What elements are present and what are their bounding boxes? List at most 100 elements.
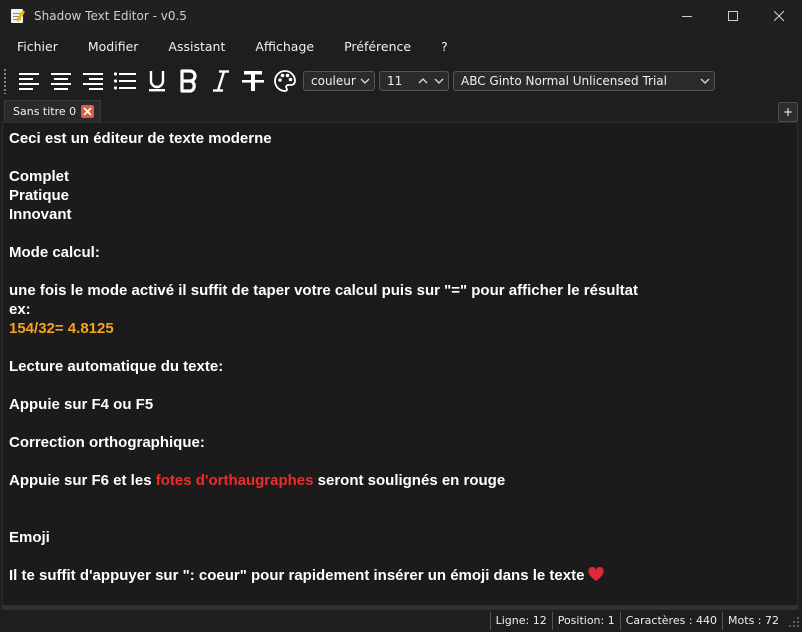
menu-fichier[interactable]: Fichier — [0, 32, 73, 62]
menu-help[interactable]: ? — [426, 32, 463, 62]
status-bar: Ligne: 12 Position: 1 Caractères : 440 M… — [0, 609, 802, 632]
editor-text: Innovant — [9, 206, 72, 223]
calc-result-text: 154/32= 4.8125 — [9, 320, 114, 337]
editor-text: Appuie sur F4 ou F5 — [9, 396, 154, 413]
editor-text: Il te suffit d'appuyer sur ": coeur" pou… — [9, 567, 585, 584]
strikethrough-button[interactable] — [237, 65, 269, 97]
underline-icon — [149, 71, 165, 92]
chevron-down-icon[interactable] — [434, 78, 444, 84]
toolbar-grip[interactable] — [3, 68, 7, 94]
font-family-select[interactable]: ABC Ginto Normal Unlicensed Trial — [453, 71, 715, 91]
add-tab-button[interactable]: + — [778, 102, 798, 122]
menu-preference[interactable]: Préférence — [329, 32, 426, 62]
tab-close-button[interactable] — [81, 105, 95, 118]
align-right-button[interactable] — [77, 65, 109, 97]
editor-line: Ceci est un éditeur de texte moderne — [9, 129, 791, 148]
font-family-value: ABC Ginto Normal Unlicensed Trial — [461, 74, 667, 88]
minimize-icon — [682, 16, 692, 17]
color-select[interactable]: couleur — [303, 71, 375, 91]
tab-label: Sans titre 0 — [13, 105, 77, 118]
italic-button[interactable] — [205, 65, 237, 97]
font-size-spinbox[interactable]: 11 — [379, 71, 449, 91]
close-icon — [774, 11, 784, 21]
text-editor-area[interactable]: Ceci est un éditeur de texte moderne Comp… — [2, 122, 798, 606]
editor-line: Pratique — [9, 186, 791, 205]
status-line: Ligne: 12 — [489, 612, 552, 630]
close-button[interactable] — [756, 0, 802, 32]
heart-emoji-icon — [588, 567, 604, 581]
editor-text: Lecture automatique du texte: — [9, 358, 224, 375]
editor-line: Appuie sur F6 et les fotes d'orthaugraph… — [9, 471, 791, 490]
palette-icon — [274, 70, 296, 92]
editor-line: 154/32= 4.8125 — [9, 319, 791, 338]
close-icon — [83, 107, 92, 116]
bullet-list-button[interactable] — [109, 65, 141, 97]
editor-line: une fois le mode activé il suffit de tap… — [9, 281, 791, 300]
chevron-down-icon — [700, 78, 710, 84]
misspelled-text: fotes d'orthaugraphes — [155, 472, 314, 489]
bold-icon — [180, 69, 197, 93]
align-right-icon — [83, 73, 103, 90]
editor-line: Emoji — [9, 528, 791, 547]
tab-bar: Sans titre 0 + — [0, 100, 802, 122]
menu-affichage[interactable]: Affichage — [240, 32, 329, 62]
align-left-icon — [19, 73, 39, 90]
editor-line: Complet — [9, 167, 791, 186]
strikethrough-icon — [242, 71, 264, 91]
bold-button[interactable] — [173, 65, 205, 97]
menu-bar: Fichier Modifier Assistant Affichage Pré… — [0, 32, 802, 62]
font-size-value: 11 — [387, 74, 403, 88]
notepad-icon — [10, 8, 26, 24]
resize-grip-icon[interactable] — [784, 612, 802, 630]
editor-text: Mode calcul: — [9, 244, 100, 261]
editor-line: Innovant — [9, 205, 791, 224]
bullet-list-icon — [113, 72, 136, 90]
color-select-value: couleur — [311, 74, 356, 88]
maximize-button[interactable] — [710, 0, 756, 32]
status-characters: Caractères : 440 — [619, 612, 722, 630]
chevron-down-icon — [360, 78, 370, 84]
editor-text: une fois le mode activé il suffit de tap… — [9, 282, 638, 299]
editor-text: Ceci est un éditeur de texte moderne — [9, 130, 272, 147]
title-bar: Shadow Text Editor - v0.5 — [0, 0, 802, 32]
italic-icon — [213, 70, 229, 92]
editor-text: Appuie sur F6 et les — [9, 472, 156, 489]
align-center-button[interactable] — [45, 65, 77, 97]
editor-line: Appuie sur F4 ou F5 — [9, 395, 791, 414]
editor-line: Il te suffit d'appuyer sur ": coeur" pou… — [9, 566, 791, 585]
editor-text: seront soulignés en rouge — [313, 472, 506, 489]
editor-line: Correction orthographique: — [9, 433, 791, 452]
editor-line: Lecture automatique du texte: — [9, 357, 791, 376]
menu-assistant[interactable]: Assistant — [153, 32, 240, 62]
chevron-up-icon[interactable] — [418, 78, 428, 84]
editor-text: Complet — [9, 168, 69, 185]
underline-button[interactable] — [141, 65, 173, 97]
formatting-toolbar: couleur 11 ABC Ginto Normal Unlicensed T… — [0, 64, 802, 98]
maximize-icon — [728, 11, 738, 21]
align-center-icon — [51, 73, 71, 90]
editor-line: ex: — [9, 300, 791, 319]
window-title: Shadow Text Editor - v0.5 — [34, 9, 187, 23]
editor-text: ex: — [9, 301, 31, 318]
editor-text: Correction orthographique: — [9, 434, 205, 451]
status-words: Mots : 72 — [722, 612, 784, 630]
minimize-button[interactable] — [664, 0, 710, 32]
menu-modifier[interactable]: Modifier — [73, 32, 154, 62]
align-left-button[interactable] — [13, 65, 45, 97]
editor-text: Emoji — [9, 529, 50, 546]
editor-text: Pratique — [9, 187, 70, 204]
color-palette-button[interactable] — [269, 65, 301, 97]
editor-line: Mode calcul: — [9, 243, 791, 262]
tab-sans-titre-0[interactable]: Sans titre 0 — [4, 100, 102, 122]
status-position: Position: 1 — [551, 612, 620, 630]
